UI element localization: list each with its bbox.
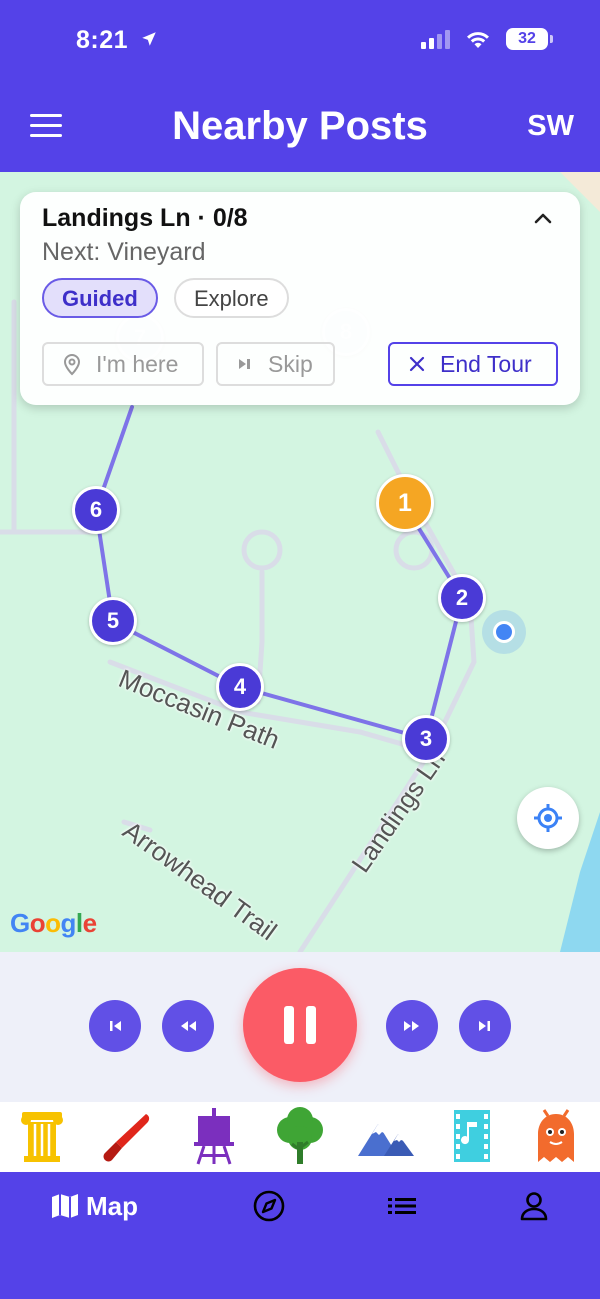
fast-forward-icon (404, 1021, 419, 1031)
app-header: Nearby Posts SW (0, 88, 600, 172)
tour-title: Landings Ln · 0/8 (42, 204, 248, 232)
knife-icon[interactable] (98, 1106, 158, 1166)
pause-icon-bar (284, 1006, 294, 1044)
tab-profile[interactable] (518, 1188, 550, 1224)
map-icon (52, 1194, 78, 1218)
tab-explore[interactable] (252, 1188, 286, 1224)
status-indicators: 32 (421, 28, 553, 50)
map-marker-4[interactable]: 4 (216, 663, 264, 711)
wifi-icon (467, 32, 489, 48)
user-initials-button[interactable]: SW (527, 110, 574, 143)
profile-icon (520, 1192, 548, 1221)
recenter-location-button[interactable] (517, 787, 579, 849)
skip-next-button[interactable] (459, 1000, 511, 1052)
tab-map[interactable]: Map (50, 1188, 138, 1224)
close-icon (409, 356, 425, 372)
column-icon[interactable] (12, 1106, 72, 1166)
im-here-label: I'm here (96, 350, 179, 377)
location-arrow-icon (140, 26, 158, 55)
skip-button[interactable]: Skip (216, 342, 335, 386)
bottom-tab-bar: Map (0, 1172, 600, 1299)
skip-next-icon (239, 359, 250, 369)
map-marker-1[interactable]: 1 (376, 474, 434, 532)
audio-player (0, 952, 600, 1102)
status-time-text: 8:21 (76, 26, 129, 54)
pause-button[interactable] (243, 968, 357, 1082)
tab-list[interactable] (386, 1188, 418, 1224)
map-marker-3[interactable]: 3 (402, 715, 450, 763)
page-title: Nearby Posts (172, 104, 428, 148)
tour-card: Landings Ln · 0/8 Next: Vineyard Guided … (20, 192, 580, 405)
battery-indicator: 32 (506, 28, 553, 50)
chevron-up-icon (534, 213, 552, 224)
tree-icon[interactable] (270, 1106, 330, 1166)
mode-guided-pill[interactable]: Guided (42, 278, 158, 318)
compass-icon (253, 1190, 285, 1222)
google-logo: Google (10, 908, 97, 938)
end-tour-label: End Tour (440, 350, 532, 377)
map-marker-2[interactable]: 2 (438, 574, 486, 622)
im-here-button[interactable]: I'm here (42, 342, 204, 386)
list-icon (388, 1198, 416, 1214)
skip-previous-icon (110, 1021, 121, 1031)
map-view[interactable]: Moccasin Path Arrowhead Trail Landings L… (0, 172, 600, 952)
status-bar: 8:21 32 (0, 0, 600, 88)
rewind-button[interactable] (162, 1000, 214, 1052)
skip-previous-button[interactable] (89, 1000, 141, 1052)
end-tour-button[interactable]: End Tour (388, 342, 558, 386)
status-time: 8:21 (76, 26, 158, 55)
easel-icon[interactable] (184, 1106, 244, 1166)
skip-next-icon (479, 1021, 490, 1031)
tab-map-label: Map (86, 1190, 138, 1221)
mountain-icon[interactable] (356, 1106, 416, 1166)
map-marker-5[interactable]: 5 (89, 597, 137, 645)
cellular-signal-icon (421, 29, 450, 49)
tour-next-stop: Next: Vineyard (42, 238, 206, 266)
crosshair-icon (534, 804, 562, 832)
user-location-dot (482, 610, 526, 654)
mode-explore-pill[interactable]: Explore (174, 278, 289, 318)
fast-forward-button[interactable] (386, 1000, 438, 1052)
collapse-card-button[interactable] (530, 206, 556, 232)
category-filter-row (0, 1102, 600, 1172)
map-marker-6[interactable]: 6 (72, 486, 120, 534)
user-location-dot-core (493, 621, 515, 643)
location-pin-icon (63, 354, 81, 376)
pause-icon-bar (306, 1006, 316, 1044)
film-music-icon[interactable] (442, 1106, 502, 1166)
skip-label: Skip (268, 350, 313, 377)
ghost-icon[interactable] (526, 1106, 586, 1166)
rewind-icon (181, 1021, 196, 1031)
